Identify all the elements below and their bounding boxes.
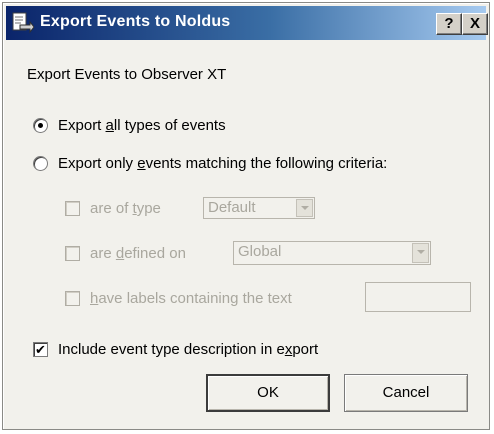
- checkbox-indicator[interactable]: ✔: [33, 342, 48, 357]
- defined-on-value: Global: [238, 243, 282, 260]
- radio-export-all-label[interactable]: Export all types of events: [58, 117, 226, 134]
- checkbox-indicator[interactable]: [65, 291, 80, 306]
- checkbox-indicator[interactable]: [65, 246, 80, 261]
- include-description-checkbox[interactable]: ✔ Include event type description in expo…: [33, 341, 318, 358]
- criteria-type-label: are of type: [90, 200, 161, 217]
- radio-indicator[interactable]: [33, 118, 48, 133]
- export-dialog: Export Events to Noldus ? X Export Event…: [2, 2, 490, 430]
- criteria-defined-checkbox[interactable]: are defined on: [65, 245, 186, 262]
- criteria-defined-label: are defined on: [90, 245, 186, 262]
- window-title: Export Events to Noldus: [40, 13, 231, 30]
- export-document-icon: [12, 12, 34, 34]
- close-button[interactable]: X: [462, 13, 488, 35]
- chevron-down-icon[interactable]: [412, 243, 429, 263]
- checkbox-indicator[interactable]: [65, 201, 80, 216]
- criteria-type-checkbox[interactable]: are of type: [65, 200, 161, 217]
- criteria-labels-label: have labels containing the text: [90, 290, 292, 307]
- event-type-value: Default: [208, 199, 256, 216]
- label-text-input[interactable]: [365, 282, 471, 312]
- defined-on-select[interactable]: Global: [233, 241, 431, 265]
- dialog-body: Export Events to Observer XT Export all …: [3, 40, 489, 429]
- cancel-button[interactable]: Cancel: [344, 374, 468, 412]
- criteria-labels-checkbox[interactable]: have labels containing the text: [65, 290, 292, 307]
- help-button[interactable]: ?: [436, 13, 462, 35]
- radio-export-matching-label[interactable]: Export only events matching the followin…: [58, 155, 387, 172]
- chevron-down-icon[interactable]: [296, 199, 313, 217]
- ok-button[interactable]: OK: [206, 374, 330, 412]
- radio-export-matching[interactable]: Export only events matching the followin…: [33, 155, 387, 172]
- title-bar[interactable]: Export Events to Noldus ? X: [6, 6, 488, 40]
- dialog-heading: Export Events to Observer XT: [27, 66, 227, 83]
- radio-export-all[interactable]: Export all types of events: [33, 117, 226, 134]
- event-type-select[interactable]: Default: [203, 197, 315, 219]
- radio-indicator[interactable]: [33, 156, 48, 171]
- include-description-label[interactable]: Include event type description in export: [58, 341, 318, 358]
